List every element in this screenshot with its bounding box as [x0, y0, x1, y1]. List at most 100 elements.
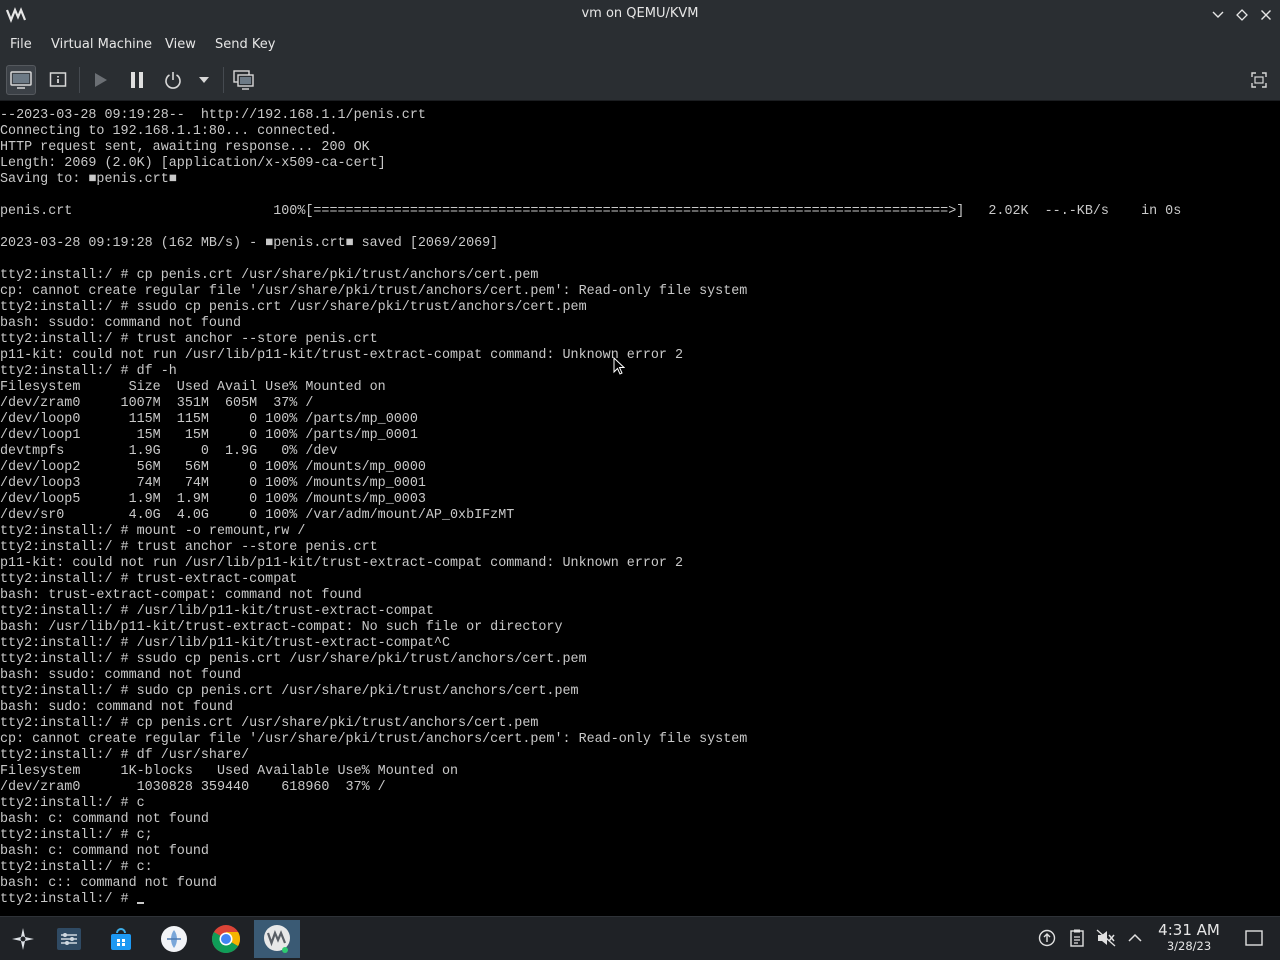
vm-console-display[interactable]: --2023-03-28 09:19:28-- http://192.168.1… [0, 102, 1280, 916]
task-chrome[interactable] [203, 920, 249, 958]
minimize-button[interactable] [1208, 5, 1228, 25]
menu-virtual-machine[interactable]: Virtual Machine [51, 37, 152, 52]
app-icon [161, 926, 187, 952]
menu-view[interactable]: View [165, 37, 196, 52]
terminal-line: /dev/loop5 1.9M 1.9M 0 100% /mounts/mp_0… [0, 492, 426, 507]
window-titlebar[interactable]: vm on QEMU/KVM [0, 0, 1280, 30]
terminal-line: cp: cannot create regular file '/usr/sha… [0, 284, 748, 299]
terminal-line: tty2:install:/ # /usr/lib/p11-kit/trust-… [0, 604, 434, 619]
clipboard-icon [1070, 929, 1084, 947]
toolbar-separator [79, 67, 80, 93]
tray-show-hidden[interactable] [1125, 928, 1145, 948]
terminal-output: --2023-03-28 09:19:28-- http://192.168.1… [0, 108, 1181, 908]
terminal-line: tty2:install:/ # mount -o remount,rw / [0, 524, 306, 539]
run-button[interactable] [85, 65, 115, 95]
task-app[interactable] [151, 920, 197, 958]
toolbar [0, 60, 1280, 101]
terminal-line: bash: trust-extract-compat: command not … [0, 588, 362, 603]
terminal-line: /dev/sr0 4.0G 4.0G 0 100% /var/adm/mount… [0, 508, 515, 523]
terminal-line: /dev/loop3 74M 74M 0 100% /mounts/mp_000… [0, 476, 426, 491]
chevron-up-icon [1128, 933, 1142, 942]
fullscreen-icon [1251, 72, 1267, 88]
menu-send-key[interactable]: Send Key [215, 37, 275, 52]
terminal-line: bash: ssudo: command not found [0, 316, 242, 331]
task-discover[interactable] [98, 920, 144, 958]
window-title: vm on QEMU/KVM [581, 6, 699, 21]
terminal-line: HTTP request sent, awaiting response... … [0, 140, 370, 155]
terminal-line: tty2:install:/ # c: [0, 860, 153, 875]
show-details-button[interactable] [43, 65, 73, 95]
digital-clock[interactable]: 4:31 AM 3/28/23 [1150, 921, 1228, 954]
play-icon [95, 73, 107, 87]
show-console-button[interactable] [6, 65, 36, 95]
pause-icon [131, 72, 143, 88]
terminal-line: p11-kit: could not run /usr/lib/p11-kit/… [0, 348, 684, 363]
console-icon [10, 71, 32, 89]
terminal-line: --2023-03-28 09:19:28-- http://192.168.1… [0, 108, 426, 123]
power-icon [165, 72, 181, 89]
terminal-line: tty2:install:/ # /usr/lib/p11-kit/trust-… [0, 636, 450, 651]
terminal-line: tty2:install:/ # trust anchor --store pe… [0, 332, 378, 347]
terminal-line: tty2:install:/ # trust anchor --store pe… [0, 540, 378, 555]
shutdown-button[interactable] [158, 65, 188, 95]
terminal-line: bash: sudo: command not found [0, 700, 234, 715]
terminal-line: p11-kit: could not run /usr/lib/p11-kit/… [0, 556, 684, 571]
terminal-line: bash: c: command not found [0, 844, 209, 859]
terminal-line: Saving to: ■penis.crt■ [0, 172, 177, 187]
snapshots-button[interactable] [229, 65, 259, 95]
terminal-line: tty2:install:/ # c [0, 796, 145, 811]
chrome-icon [212, 925, 240, 953]
terminal-line: Connecting to 192.168.1.1:80... connecte… [0, 124, 338, 139]
tray-volume[interactable] [1096, 928, 1116, 948]
show-desktop-icon [1245, 930, 1263, 946]
terminal-line: bash: c: command not found [0, 812, 209, 827]
clock-time: 4:31 AM [1158, 921, 1220, 939]
tray-clipboard[interactable] [1067, 928, 1087, 948]
terminal-prompt: tty2:install:/ # [0, 892, 137, 907]
terminal-line: tty2:install:/ # df /usr/share/ [0, 748, 250, 763]
terminal-line: 2023-03-28 09:19:28 (162 MB/s) - ■penis.… [0, 236, 499, 251]
application-launcher[interactable] [0, 920, 46, 958]
terminal-history: --2023-03-28 09:19:28-- http://192.168.1… [0, 108, 1181, 891]
terminal-line: /dev/loop2 56M 56M 0 100% /mounts/mp_000… [0, 460, 426, 475]
details-icon [49, 72, 67, 87]
virt-manager-icon [264, 925, 290, 953]
show-desktop-button[interactable] [1244, 928, 1264, 948]
terminal-line: /dev/loop0 115M 115M 0 100% /parts/mp_00… [0, 412, 418, 427]
fullscreen-button[interactable] [1244, 65, 1274, 95]
terminal-line: Length: 2069 (2.0K) [application/x-x509-… [0, 156, 386, 171]
terminal-line: tty2:install:/ # c; [0, 828, 153, 843]
terminal-line: tty2:install:/ # cp penis.crt /usr/share… [0, 268, 539, 283]
terminal-line: Filesystem 1K-blocks Used Available Use%… [0, 764, 459, 779]
terminal-line: tty2:install:/ # sudo cp penis.crt /usr/… [0, 684, 579, 699]
toolbar-separator [223, 67, 224, 93]
volume-muted-icon [1096, 929, 1116, 947]
snapshots-icon [233, 70, 254, 90]
terminal-line: /dev/zram0 1007M 351M 605M 37% / [0, 396, 314, 411]
terminal-line: tty2:install:/ # cp penis.crt /usr/share… [0, 716, 539, 731]
terminal-line: tty2:install:/ # ssudo cp penis.crt /usr… [0, 300, 587, 315]
dropdown-arrow-icon [199, 77, 209, 83]
task-virt-manager[interactable] [254, 920, 300, 958]
task-settings[interactable] [46, 920, 92, 958]
maximize-button[interactable] [1232, 5, 1252, 25]
terminal-line: penis.crt 100%[=========================… [0, 204, 1182, 219]
application-launcher-icon [12, 928, 34, 950]
diamond-icon [1236, 9, 1248, 21]
terminal-line: Filesystem Size Used Avail Use% Mounted … [0, 380, 386, 395]
terminal-line: bash: /usr/lib/p11-kit/trust-extract-com… [0, 620, 563, 635]
shutdown-menu-button[interactable] [190, 65, 218, 95]
taskbar: 4:31 AM 3/28/23 [0, 916, 1280, 960]
text-cursor [136, 902, 144, 904]
settings-icon [57, 928, 81, 950]
close-icon [1261, 10, 1271, 20]
terminal-line: cp: cannot create regular file '/usr/sha… [0, 732, 748, 747]
discover-store-icon [111, 928, 131, 950]
pause-button[interactable] [122, 65, 152, 95]
terminal-line: /dev/loop1 15M 15M 0 100% /parts/mp_0001 [0, 428, 418, 443]
terminal-line: /dev/zram0 1030828 359440 618960 37% / [0, 780, 386, 795]
tray-updates[interactable] [1037, 928, 1057, 948]
close-button[interactable] [1256, 5, 1276, 25]
menu-file[interactable]: File [10, 37, 32, 52]
terminal-line: tty2:install:/ # trust-extract-compat [0, 572, 298, 587]
